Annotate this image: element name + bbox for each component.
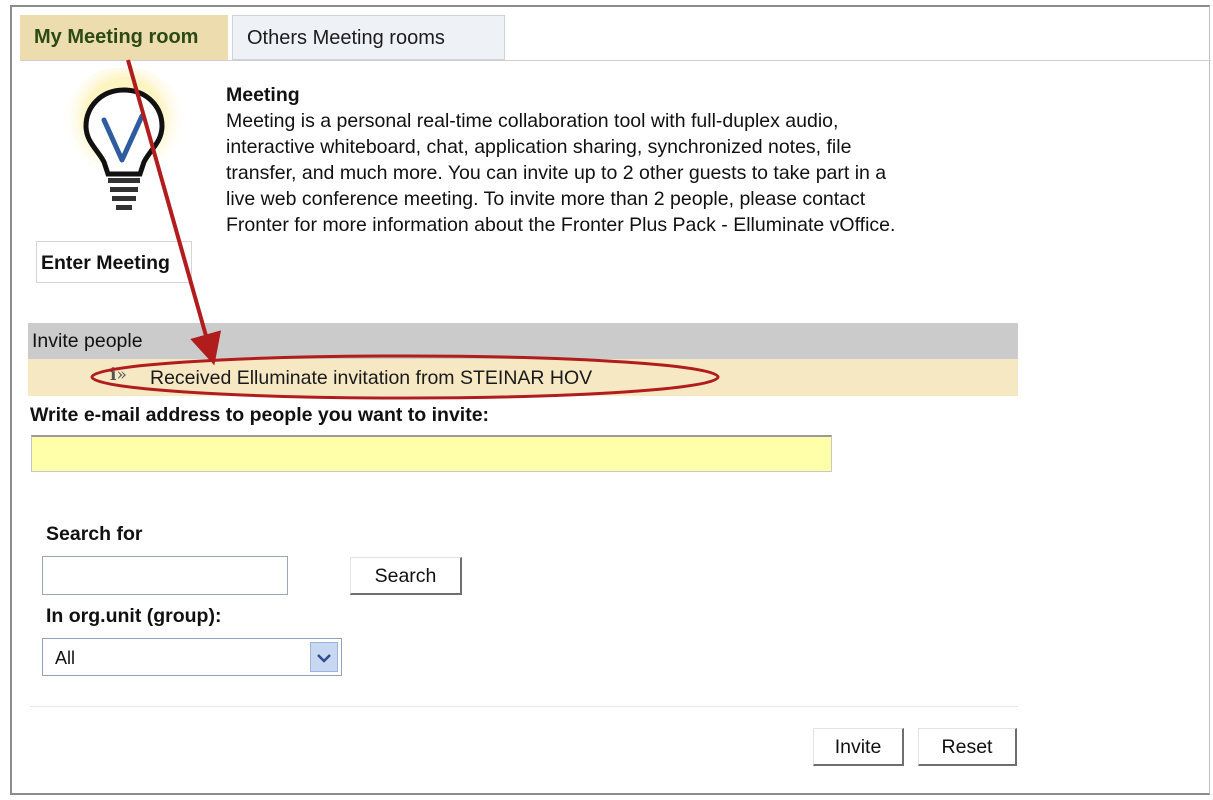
chevron-down-icon[interactable]	[310, 642, 338, 672]
invite-people-header: Invite people	[28, 323, 1018, 359]
org-unit-selected-value: All	[55, 648, 76, 668]
tab-my-meeting-room[interactable]: My Meeting room	[20, 15, 228, 60]
lightbulb-icon	[60, 68, 188, 210]
description-line: transfer, and much more. You can invite …	[226, 162, 887, 184]
description-line: Meeting is a personal real-time collabor…	[226, 110, 839, 132]
invitation-notice-link[interactable]: Received Elluminate invitation from STEI…	[150, 367, 592, 390]
email-label: Write e-mail address to people you want …	[30, 404, 490, 426]
tab-bar: My Meeting room Others Meeting rooms	[20, 15, 1211, 61]
description-line: live web conference meeting. To invite m…	[226, 188, 866, 210]
divider	[30, 706, 1018, 707]
search-button[interactable]: Search	[350, 557, 462, 595]
email-field[interactable]	[31, 435, 832, 472]
meeting-title: Meeting	[226, 84, 300, 106]
description-line: interactive whiteboard, chat, applicatio…	[226, 136, 852, 158]
description-line: Fronter for more information about the F…	[226, 214, 896, 236]
enter-meeting-button[interactable]: Enter Meeting	[36, 241, 192, 283]
meeting-description: Meeting Meeting is a personal real-time …	[226, 82, 1026, 238]
org-unit-select[interactable]: All	[42, 638, 342, 676]
org-unit-label: In org.unit (group):	[46, 605, 222, 627]
search-label: Search for	[46, 523, 143, 545]
reset-button[interactable]: Reset	[918, 728, 1017, 766]
tab-others-meeting-rooms[interactable]: Others Meeting rooms	[232, 15, 505, 60]
search-input[interactable]	[42, 556, 288, 595]
invite-button[interactable]: Invite	[813, 728, 904, 766]
info-icon: ℹ»	[110, 365, 127, 385]
